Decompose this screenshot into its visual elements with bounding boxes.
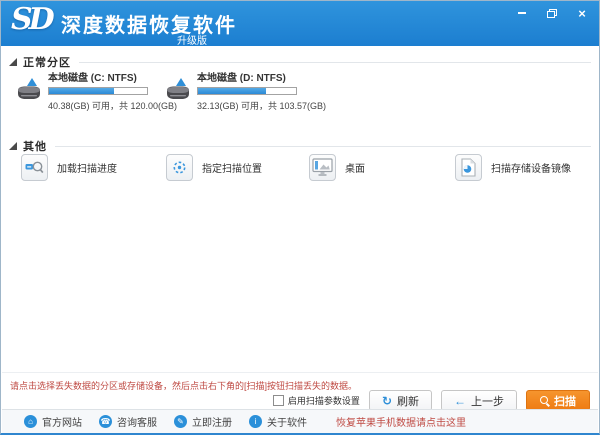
footer-bar: ⌂ 官方网站 ☎ 咨询客服 ✎ 立即注册 i 关于软件 恢复苹果手机数据请点击这… (2, 409, 598, 433)
disk-item-c[interactable]: 本地磁盘 (C: NTFS) 40.38(GB) 可用，共 120.00(GB) (15, 69, 167, 112)
disk-usage-bar (197, 87, 297, 95)
refresh-button[interactable]: ↻ 刷新 (369, 390, 432, 411)
link-label: 关于软件 (267, 414, 307, 429)
checkbox-box[interactable] (273, 395, 284, 406)
support-icon: ☎ (99, 415, 112, 428)
disk-item-d[interactable]: 本地磁盘 (D: NTFS) 32.13(GB) 可用，共 103.57(GB) (164, 69, 316, 112)
disk-usage-bar (48, 87, 148, 95)
scan-label: 扫描 (554, 393, 576, 409)
scan-location-item[interactable]: 指定扫描位置 (166, 154, 262, 181)
tool-label: 扫描存储设备镜像 (491, 160, 571, 175)
app-logo: SD (11, 2, 51, 37)
section-divider (55, 146, 591, 147)
disk-usage-fill (49, 88, 114, 94)
disk-label: 本地磁盘 (D: NTFS) (197, 69, 316, 84)
website-icon: ⌂ (24, 415, 37, 428)
tool-label: 加载扫描进度 (57, 160, 117, 175)
hard-drive-icon (15, 76, 45, 108)
back-button[interactable]: ← 上一步 (441, 390, 517, 411)
titlebar: SD 深度数据恢复软件 升级版 × (1, 1, 599, 46)
disk-usage-fill (198, 88, 266, 94)
official-website-link[interactable]: ⌂ 官方网站 (24, 414, 82, 429)
desktop-icon (309, 154, 336, 181)
register-link[interactable]: ✎ 立即注册 (174, 414, 232, 429)
about-icon: i (249, 415, 262, 428)
hard-drive-icon (164, 76, 194, 108)
magnifier-icon (540, 396, 549, 405)
back-label: 上一步 (471, 393, 504, 409)
register-icon: ✎ (174, 415, 187, 428)
tool-label: 指定扫描位置 (202, 160, 262, 175)
restore-button[interactable] (543, 6, 561, 20)
partitions-section-header: 正常分区 (9, 54, 591, 70)
link-label: 官方网站 (42, 414, 82, 429)
other-section-title: 其他 (23, 138, 47, 154)
load-scan-progress-item[interactable]: 加载扫描进度 (21, 154, 117, 181)
about-software-link[interactable]: i 关于软件 (249, 414, 307, 429)
scan-location-icon (166, 154, 193, 181)
customer-service-link[interactable]: ☎ 咨询客服 (99, 414, 157, 429)
restore-icon (547, 9, 557, 18)
section-divider (79, 62, 591, 63)
scan-settings-checkbox[interactable]: 启用扫描参数设置 (273, 394, 360, 407)
refresh-icon: ↻ (382, 395, 392, 407)
app-title: 深度数据恢复软件 (61, 9, 237, 38)
disk-capacity-text: 40.38(GB) 可用，共 120.00(GB) (48, 99, 167, 112)
link-label: 立即注册 (192, 414, 232, 429)
device-image-item[interactable]: 扫描存储设备镜像 (455, 154, 571, 181)
disk-capacity-text: 32.13(GB) 可用，共 103.57(GB) (197, 99, 316, 112)
window-controls: × (513, 6, 591, 20)
expander-icon[interactable] (9, 58, 17, 66)
checkbox-label: 启用扫描参数设置 (288, 394, 360, 407)
refresh-label: 刷新 (397, 393, 419, 409)
status-area: 请点击选择丢失数据的分区或存储设备，然后点击右下角的[扫描]按钮扫描丢失的数据。… (2, 372, 598, 409)
expander-icon[interactable] (9, 142, 17, 150)
link-label: 咨询客服 (117, 414, 157, 429)
app-window: SD 深度数据恢复软件 升级版 × 正常分区 本地磁盘 (C: NTFS) (0, 0, 600, 435)
back-arrow-icon: ← (454, 395, 466, 407)
other-section-header: 其他 (9, 138, 591, 154)
disk-label: 本地磁盘 (C: NTFS) (48, 69, 167, 84)
minimize-button[interactable] (513, 6, 531, 20)
scan-button[interactable]: 扫描 (526, 390, 590, 411)
device-image-icon (455, 154, 482, 181)
load-scan-progress-icon (21, 154, 48, 181)
edition-badge: 升级版 (177, 32, 207, 47)
minimize-icon (518, 12, 526, 14)
desktop-item[interactable]: 桌面 (309, 154, 365, 181)
close-button[interactable]: × (573, 6, 591, 20)
action-controls: 启用扫描参数设置 ↻ 刷新 ← 上一步 扫描 (273, 390, 590, 411)
tool-label: 桌面 (345, 160, 365, 175)
partitions-section-title: 正常分区 (23, 54, 71, 70)
iphone-recovery-promo-link[interactable]: 恢复苹果手机数据请点击这里 (336, 414, 466, 429)
